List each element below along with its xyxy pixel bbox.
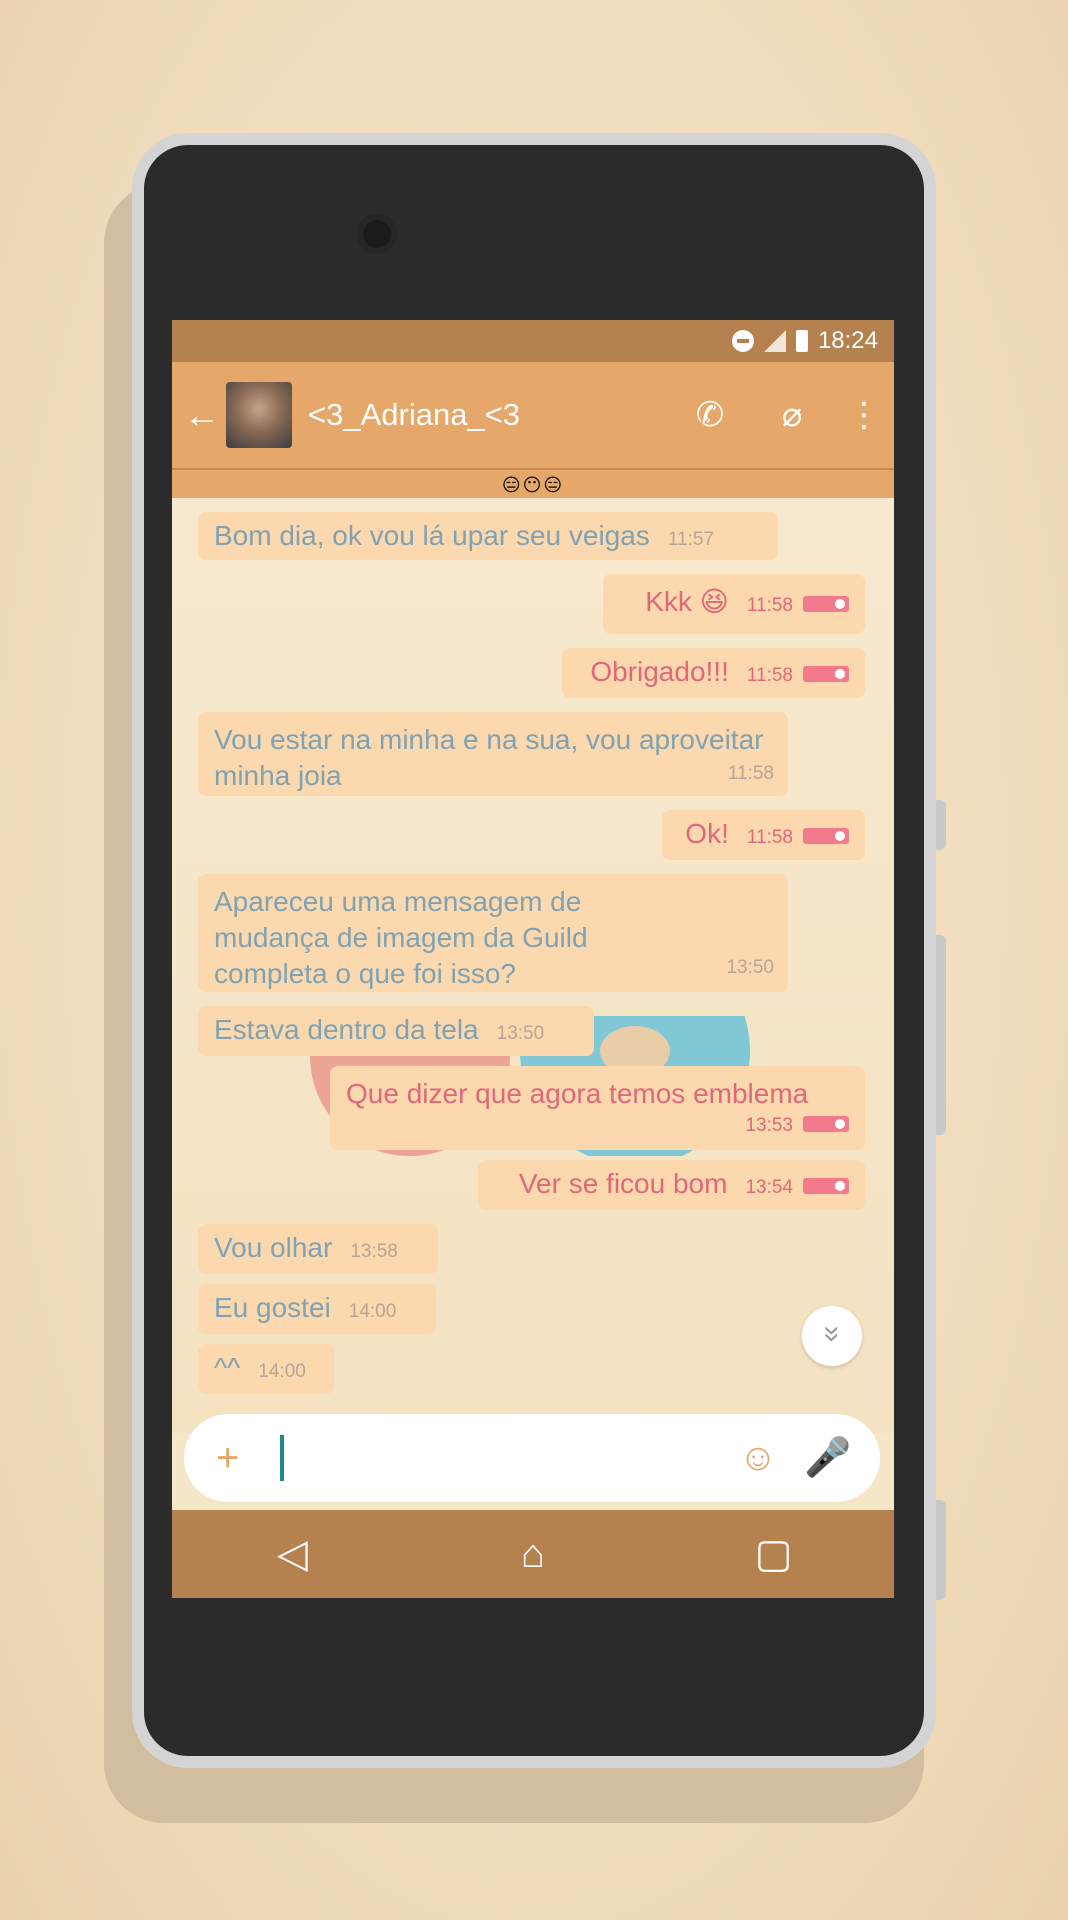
scroll-to-bottom-button[interactable]: » [802,1306,862,1366]
message-bubble[interactable]: ^^ 14:00 [198,1344,334,1394]
chat-header: ← <3_Adriana_<3 ✆ ⌀ ⋮ [172,362,894,468]
message-text: Bom dia, ok vou lá upar seu veigas [214,520,650,551]
message-time: 13:53 [745,1115,793,1136]
attach-icon[interactable]: ⌀ [762,395,822,435]
mic-icon[interactable]: 🎤 [798,1436,858,1480]
read-status-icon [803,1115,849,1132]
nav-home-icon[interactable]: ⌂ [493,1532,573,1577]
message-text: Estava dentro da tela [214,1014,479,1045]
front-camera [357,214,397,254]
message-text: Apareceu uma mensagem de mudança de imag… [214,886,588,989]
message-time: 13:50 [496,1023,545,1044]
android-nav-bar: ◁ ⌂ ▢ [172,1510,894,1598]
read-status-icon [803,1177,849,1194]
nav-back-icon[interactable]: ◁ [252,1531,332,1577]
message-time: 14:00 [348,1301,397,1322]
text-cursor [280,1435,284,1481]
read-status-icon [803,827,849,844]
message-bubble[interactable]: Eu gostei 14:00 [198,1284,436,1334]
contact-name[interactable]: <3_Adriana_<3 [308,397,680,433]
message-bubble[interactable]: Que dizer que agora temos emblema 13:53 [330,1066,865,1150]
message-time: 11:58 [727,763,774,784]
message-text: Ver se ficou bom [518,1168,728,1199]
message-bubble[interactable]: Apareceu uma mensagem de mudança de imag… [198,874,788,992]
message-bubble[interactable]: Vou olhar 13:58 [198,1224,438,1274]
message-text: Obrigado!!! [590,656,729,687]
read-status-icon [803,665,849,682]
message-time: 11:57 [667,529,714,550]
message-time: 13:58 [350,1241,398,1262]
message-bubble[interactable]: Bom dia, ok vou lá upar seu veigas 11:57 [198,512,778,560]
message-text: Ok! [685,818,729,849]
message-time: 13:54 [745,1177,793,1198]
battery-icon [795,330,808,352]
camera-button [936,1500,946,1600]
do-not-disturb-icon [731,330,754,352]
avatar[interactable] [226,382,292,448]
message-bubble[interactable]: Obrigado!!! 11:58 [562,648,865,698]
nav-recents-icon[interactable]: ▢ [734,1531,814,1577]
emoji-icon[interactable]: ☺ [728,1437,788,1480]
call-icon[interactable]: ✆ [680,395,740,435]
double-chevron-down-icon: » [816,1325,849,1343]
message-meta: 13:53 [727,1104,849,1144]
message-time: 11:58 [746,665,793,686]
message-text: Vou olhar [214,1232,333,1263]
message-text: ^^ [214,1352,241,1383]
message-time: 11:58 [746,827,793,848]
volume-button [936,800,946,850]
message-input[interactable] [292,1441,728,1475]
power-button [936,935,946,1135]
signal-icon [763,330,786,352]
status-time: 18:24 [817,327,878,354]
message-bubble[interactable]: Ver se ficou bom 13:54 [478,1160,865,1210]
message-time: 11:58 [746,595,793,616]
message-bubble[interactable]: Vou estar na minha e na sua, vou aprovei… [198,712,788,796]
message-bubble[interactable]: Kkk 😆 11:58 [603,574,865,634]
message-time: 14:00 [258,1361,306,1382]
message-text: Vou estar na minha e na sua, vou aprovei… [214,724,764,791]
message-time: 13:50 [726,957,774,978]
plus-icon[interactable]: + [216,1436,246,1481]
read-status-icon [803,595,849,612]
message-composer: + ☺ 🎤 [184,1414,880,1502]
status-bar: 18:24 [172,320,894,362]
message-bubble[interactable]: Estava dentro da tela 13:50 [198,1006,594,1056]
message-bubble[interactable]: Ok! 11:58 [662,810,865,860]
contact-status: 😑😶😑 [172,468,894,500]
message-text: Kkk 😆 [645,586,729,617]
overflow-menu-icon[interactable]: ⋮ [844,395,884,435]
back-arrow-icon[interactable]: ← [184,394,220,436]
message-text: Eu gostei [214,1292,331,1323]
